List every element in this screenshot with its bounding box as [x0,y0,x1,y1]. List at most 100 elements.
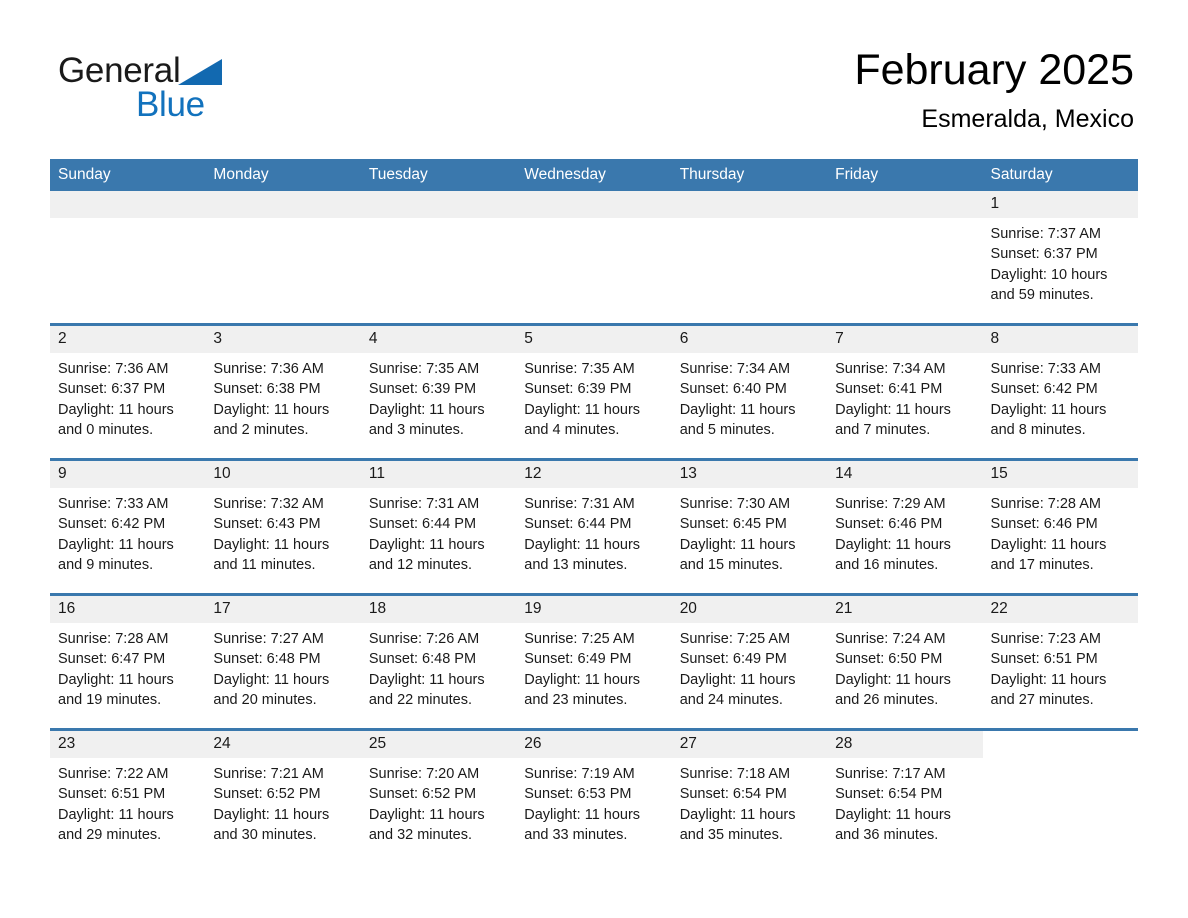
day-cell-inner: 11 Sunrise: 7:31 AM Sunset: 6:44 PM Dayligh… [360,461,517,593]
day-number: 8 [982,326,1138,353]
daylight-text-line2: and 12 minutes. [368,556,473,573]
calendar-day-cell[interactable]: 21 Sunrise: 7:24 AM Sunset: 6:50 PM Dayligh… [827,593,983,730]
calendar-day-cell[interactable]: 8 Sunrise: 7:33 AM Sunset: 6:42 PM Daylight… [982,323,1138,460]
day-cell-inner: 19 Sunrise: 7:25 AM Sunset: 6:49 PM Dayligh… [516,596,672,728]
day-number: 6 [671,326,828,353]
day-cell-inner [50,191,206,323]
day-number: 27 [671,731,828,758]
calendar-day-cell[interactable]: 16 Sunrise: 7:28 AM Sunset: 6:47 PM Dayligh… [50,593,206,730]
sunrise-text: Sunrise: 7:21 AM [213,766,324,782]
calendar-day-cell[interactable]: 26 Sunrise: 7:19 AM Sunset: 6:53 PM Dayligh… [516,728,672,863]
daylight-text-line1: Daylight: 11 hours [58,401,174,418]
calendar-cell-empty [516,191,672,325]
sunrise-text: Sunrise: 7:37 AM [990,226,1101,242]
sunset-text: Sunset: 6:48 PM [368,651,477,668]
daylight-text-line2: and 19 minutes. [58,691,162,708]
sunset-text: Sunset: 6:51 PM [990,651,1098,668]
sunset-text: Sunset: 6:46 PM [835,516,943,533]
calendar-day-cell[interactable]: 1 Sunrise: 7:37 AM Sunset: 6:37 PM Daylight… [982,191,1138,325]
calendar-day-cell[interactable]: 3 Sunrise: 7:36 AM Sunset: 6:38 PM Daylight… [205,323,361,460]
daylight-text-line2: and 24 minutes. [679,691,783,708]
day-sun-info: Sunrise: 7:34 AM Sunset: 6:41 PM Daylight:… [827,353,982,440]
calendar-cell-empty [827,191,983,325]
day-number [982,731,1138,758]
sunset-text: Sunset: 6:52 PM [213,786,321,803]
day-number: 18 [360,596,517,623]
calendar-day-cell[interactable]: 28 Sunrise: 7:17 AM Sunset: 6:54 PM Dayligh… [827,728,983,863]
daylight-text-line2: and 7 minutes. [835,421,931,438]
daylight-text-line1: Daylight: 11 hours [368,536,485,553]
day-cell-inner [827,191,983,323]
calendar-day-cell[interactable]: 9 Sunrise: 7:33 AM Sunset: 6:42 PM Daylight… [50,458,206,595]
day-cell-inner: 7 Sunrise: 7:34 AM Sunset: 6:41 PM Daylight… [827,326,983,458]
calendar-day-cell[interactable]: 2 Sunrise: 7:36 AM Sunset: 6:37 PM Daylight… [50,323,206,460]
day-number: 12 [516,461,672,488]
day-number [827,191,983,218]
day-cell-inner: 5 Sunrise: 7:35 AM Sunset: 6:39 PM Daylight… [516,326,672,458]
day-sun-info: Sunrise: 7:28 AM Sunset: 6:46 PM Daylight:… [983,488,1138,575]
calendar-day-cell[interactable]: 25 Sunrise: 7:20 AM Sunset: 6:52 PM Dayligh… [360,728,517,863]
sunrise-text: Sunrise: 7:22 AM [58,766,169,782]
weekday-header-friday: Friday [827,159,983,191]
day-cell-inner: 27 Sunrise: 7:18 AM Sunset: 6:54 PM Dayligh… [671,731,828,863]
daylight-text-line2: and 16 minutes. [835,556,939,573]
day-number [50,191,206,218]
general-blue-logo[interactable]: General Blue [58,50,318,136]
calendar-day-cell[interactable]: 20 Sunrise: 7:25 AM Sunset: 6:49 PM Dayligh… [671,593,828,730]
sunset-text: Sunset: 6:38 PM [213,381,321,398]
day-number: 25 [360,731,517,758]
calendar-day-cell[interactable]: 17 Sunrise: 7:27 AM Sunset: 6:48 PM Dayligh… [205,593,361,730]
calendar-day-cell[interactable]: 19 Sunrise: 7:25 AM Sunset: 6:49 PM Dayligh… [516,593,672,730]
calendar-day-cell[interactable]: 4 Sunrise: 7:35 AM Sunset: 6:39 PM Daylight… [360,323,517,460]
day-cell-inner: 8 Sunrise: 7:33 AM Sunset: 6:42 PM Daylight… [982,326,1138,458]
sunset-text: Sunset: 6:52 PM [368,786,477,803]
calendar-week-row: 1 Sunrise: 7:37 AM Sunset: 6:37 PM Daylight… [50,191,1138,325]
day-number: 2 [50,326,206,353]
day-cell-inner [360,191,517,323]
sunset-text: Sunset: 6:39 PM [368,381,477,398]
day-sun-info: Sunrise: 7:36 AM Sunset: 6:38 PM Daylight:… [205,353,360,440]
calendar-day-cell[interactable]: 15 Sunrise: 7:28 AM Sunset: 6:46 PM Dayligh… [982,458,1138,595]
daylight-text-line2: and 15 minutes. [679,556,783,573]
daylight-text-line1: Daylight: 11 hours [835,671,951,688]
daylight-text-line1: Daylight: 10 hours [990,266,1108,283]
daylight-text-line2: and 5 minutes. [679,421,775,438]
calendar-day-cell[interactable]: 24 Sunrise: 7:21 AM Sunset: 6:52 PM Dayligh… [205,728,361,863]
daylight-text-line2: and 22 minutes. [368,691,473,708]
calendar-day-cell[interactable]: 22 Sunrise: 7:23 AM Sunset: 6:51 PM Dayligh… [982,593,1138,730]
calendar-day-cell[interactable]: 12 Sunrise: 7:31 AM Sunset: 6:44 PM Dayligh… [516,458,672,595]
calendar-day-cell[interactable]: 10 Sunrise: 7:32 AM Sunset: 6:43 PM Dayligh… [205,458,361,595]
calendar-day-cell[interactable]: 18 Sunrise: 7:26 AM Sunset: 6:48 PM Dayligh… [360,593,517,730]
calendar-day-cell[interactable]: 7 Sunrise: 7:34 AM Sunset: 6:41 PM Daylight… [827,323,983,460]
calendar-day-cell[interactable]: 5 Sunrise: 7:35 AM Sunset: 6:39 PM Daylight… [516,323,672,460]
day-cell-inner: 6 Sunrise: 7:34 AM Sunset: 6:40 PM Daylight… [671,326,828,458]
day-cell-inner: 24 Sunrise: 7:21 AM Sunset: 6:52 PM Dayligh… [205,731,361,863]
calendar-day-cell[interactable]: 6 Sunrise: 7:34 AM Sunset: 6:40 PM Daylight… [671,323,828,460]
day-sun-info: Sunrise: 7:33 AM Sunset: 6:42 PM Daylight:… [983,353,1138,440]
day-sun-info: Sunrise: 7:17 AM Sunset: 6:54 PM Daylight:… [827,758,982,845]
calendar-day-cell[interactable]: 23 Sunrise: 7:22 AM Sunset: 6:51 PM Dayligh… [50,728,206,863]
sunset-text: Sunset: 6:49 PM [679,651,787,668]
sunset-text: Sunset: 6:53 PM [524,786,632,803]
day-cell-inner: 21 Sunrise: 7:24 AM Sunset: 6:50 PM Dayligh… [827,596,983,728]
daylight-text-line2: and 0 minutes. [58,421,154,438]
daylight-text-line2: and 4 minutes. [524,421,620,438]
day-cell-inner: 23 Sunrise: 7:22 AM Sunset: 6:51 PM Dayligh… [50,731,206,863]
sunrise-text: Sunrise: 7:35 AM [368,361,480,377]
calendar-day-cell[interactable]: 11 Sunrise: 7:31 AM Sunset: 6:44 PM Dayligh… [360,458,517,595]
day-sun-info: Sunrise: 7:31 AM Sunset: 6:44 PM Daylight:… [361,488,516,575]
calendar-day-cell[interactable]: 13 Sunrise: 7:30 AM Sunset: 6:45 PM Dayligh… [671,458,828,595]
calendar-day-cell[interactable]: 14 Sunrise: 7:29 AM Sunset: 6:46 PM Dayligh… [827,458,983,595]
day-cell-inner: 10 Sunrise: 7:32 AM Sunset: 6:43 PM Dayligh… [205,461,361,593]
day-cell-inner: 26 Sunrise: 7:19 AM Sunset: 6:53 PM Dayligh… [516,731,672,863]
calendar-day-cell[interactable]: 27 Sunrise: 7:18 AM Sunset: 6:54 PM Dayligh… [671,728,828,863]
daylight-text-line2: and 36 minutes. [835,826,939,843]
calendar-week-row: 9 Sunrise: 7:33 AM Sunset: 6:42 PM Daylight… [50,458,1138,595]
daylight-text-line2: and 11 minutes. [213,556,316,573]
daylight-text-line2: and 35 minutes. [679,826,783,843]
day-cell-inner: 1 Sunrise: 7:37 AM Sunset: 6:37 PM Daylight… [982,191,1138,323]
day-number: 4 [360,326,517,353]
day-cell-inner: 3 Sunrise: 7:36 AM Sunset: 6:38 PM Daylight… [205,326,361,458]
day-sun-info: Sunrise: 7:31 AM Sunset: 6:44 PM Daylight:… [516,488,671,575]
sunset-text: Sunset: 6:45 PM [679,516,787,533]
